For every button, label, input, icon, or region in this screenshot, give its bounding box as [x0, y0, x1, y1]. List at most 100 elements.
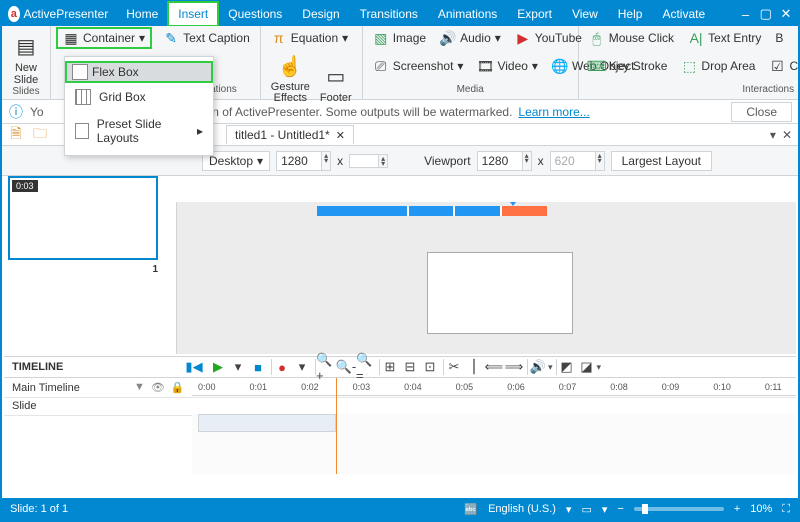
chevron-down-icon[interactable]: ▾ — [566, 503, 572, 516]
learn-more-link[interactable]: Learn more... — [518, 105, 589, 119]
chevron-down-icon: ▾ — [532, 59, 538, 73]
tick-10: 0:10 — [713, 382, 731, 392]
container-menu-grid-box[interactable]: Grid Box — [65, 83, 213, 111]
lock-icon[interactable]: 🔒 — [171, 381, 185, 394]
document-tab[interactable]: titled1 - Untitled1* ✕ — [226, 125, 354, 144]
height-spinner[interactable]: ▴▾ — [379, 154, 388, 168]
equation-button[interactable]: π Equation ▾ — [267, 28, 352, 48]
record-icon[interactable]: ● — [272, 357, 292, 377]
zoom-knob[interactable] — [642, 504, 648, 514]
timeline-tracks[interactable] — [192, 414, 796, 474]
crop-start-icon[interactable]: ⟸ — [484, 357, 504, 377]
slide-thumbnail-1[interactable]: 0:03 — [8, 176, 158, 260]
chevron-down-icon[interactable]: ▾ — [602, 503, 608, 516]
extra-c-button[interactable]: ☑C — [765, 56, 800, 76]
extra-b-button[interactable]: B — [771, 28, 787, 48]
gesture-button[interactable]: ☝ Gesture Effects — [267, 48, 314, 104]
tab-questions[interactable]: Questions — [218, 2, 292, 26]
info-prefix: Yo — [30, 105, 44, 119]
stop-icon[interactable]: ■ — [248, 357, 268, 377]
snap-2-icon[interactable]: ⊟ — [400, 357, 420, 377]
layout-view-icon[interactable]: ▭ — [581, 503, 591, 516]
viewport-width-input[interactable]: 1280 — [477, 151, 523, 171]
pin-icon[interactable]: ▾ — [770, 128, 776, 142]
language-icon[interactable]: 🔤 — [464, 503, 478, 516]
zoom-slider[interactable] — [634, 507, 724, 511]
tab-insert[interactable]: Insert — [168, 2, 218, 26]
zoom-out-icon[interactable]: 🔍- — [336, 357, 356, 377]
container-menu-presets[interactable]: Preset Slide Layouts ▸ — [65, 111, 213, 151]
volume-icon[interactable]: 🔊 — [528, 357, 548, 377]
timeline-title: TIMELINE — [4, 361, 184, 373]
tab-animations[interactable]: Animations — [428, 2, 507, 26]
close-panel-icon[interactable]: ✕ — [782, 128, 792, 142]
document-tab-close-icon[interactable]: ✕ — [336, 129, 345, 142]
file-icon[interactable]: 🗎 — [8, 127, 24, 143]
slide-canvas[interactable] — [427, 252, 573, 334]
rewind-icon[interactable]: ▮◀ — [184, 357, 204, 377]
zoom-in-icon[interactable]: 🔍+ — [316, 357, 336, 377]
container-menu-flex-box[interactable]: Flex Box — [65, 61, 213, 83]
filter-icon[interactable]: ◩ — [557, 357, 577, 377]
timeline-row-slide[interactable]: Slide — [4, 396, 796, 416]
width-input[interactable]: 1280 — [276, 151, 322, 171]
container-dropdown-button[interactable]: ▦ Container ▾ — [57, 28, 151, 48]
zoom-out-icon[interactable]: − — [617, 503, 623, 515]
info-close-button[interactable]: Close — [731, 102, 792, 122]
tab-export[interactable]: Export — [507, 2, 562, 26]
window-maximize-icon[interactable]: ▢ — [756, 2, 776, 26]
tab-transitions[interactable]: Transitions — [350, 2, 428, 26]
tab-activate[interactable]: Activate Product — [652, 2, 735, 26]
play-icon[interactable]: ▶ — [208, 357, 228, 377]
viewport-width-spinner[interactable]: ▴▾ — [523, 151, 532, 171]
responsive-bar[interactable] — [317, 206, 547, 216]
chevron-down-icon[interactable]: ▼ — [134, 381, 145, 394]
largest-layout-button[interactable]: Largest Layout — [611, 151, 712, 171]
screenshot-button[interactable]: ⎚Screenshot▾ — [369, 56, 468, 76]
play-dropdown-icon[interactable]: ▾ — [228, 357, 248, 377]
info-message: on of ActivePresenter. Some outputs will… — [206, 105, 513, 119]
youtube-button[interactable]: ▶YouTube — [511, 28, 586, 48]
text-caption-button[interactable]: ✎ Text Caption — [159, 28, 254, 48]
viewport-height-spinner[interactable]: ▴▾ — [596, 151, 605, 171]
footer-button[interactable]: ▭ Footer — [316, 58, 356, 104]
viewport-height-input[interactable]: 620 — [550, 151, 596, 171]
key-stroke-icon: ⌨ — [589, 58, 605, 74]
tab-view[interactable]: View — [562, 2, 608, 26]
video-button[interactable]: 🎞Video▾ — [473, 56, 542, 76]
crop-end-icon[interactable]: ⟹ — [504, 357, 524, 377]
width-spinner[interactable]: ▴▾ — [322, 151, 331, 171]
canvas-area[interactable] — [176, 202, 796, 354]
text-entry-button[interactable]: A|Text Entry — [684, 28, 765, 48]
folder-icon[interactable]: 🗀 — [32, 127, 48, 143]
snap-1-icon[interactable]: ⊞ — [380, 357, 400, 377]
chevron-down-icon[interactable]: ▾ — [597, 362, 602, 373]
zoom-fit-icon[interactable]: 🔍= — [356, 357, 376, 377]
tab-home[interactable]: Home — [116, 2, 168, 26]
new-slide-button[interactable]: ▤ New Slide — [8, 28, 44, 86]
snap-3-icon[interactable]: ⊡ — [420, 357, 440, 377]
slide-clip[interactable] — [198, 414, 336, 432]
language-label[interactable]: English (U.S.) — [488, 503, 556, 515]
extra-c-label: C — [789, 59, 798, 73]
playhead[interactable] — [336, 378, 337, 474]
visibility-icon[interactable]: 👁 — [151, 381, 165, 394]
cut-icon[interactable]: ✂ — [444, 357, 464, 377]
zoom-in-icon[interactable]: + — [734, 503, 740, 515]
key-stroke-button[interactable]: ⌨Key Stroke — [585, 56, 672, 76]
height-input[interactable] — [349, 154, 379, 168]
timeline-ruler[interactable]: 0:00 0:01 0:02 0:03 0:04 0:05 0:06 0:07 … — [192, 378, 796, 396]
image-button[interactable]: ▧Image — [369, 28, 430, 48]
record-dropdown-icon[interactable]: ▾ — [292, 357, 312, 377]
responsive-marker-icon[interactable] — [507, 202, 519, 206]
filter2-icon[interactable]: ◪ — [577, 357, 597, 377]
window-close-icon[interactable]: ✕ — [776, 2, 796, 26]
tab-help[interactable]: Help — [608, 2, 653, 26]
fit-screen-icon[interactable]: ⛶ — [782, 503, 790, 516]
split-icon[interactable]: ⎮ — [464, 357, 484, 377]
tab-design[interactable]: Design — [292, 2, 349, 26]
audio-button[interactable]: 🔊Audio▾ — [436, 28, 505, 48]
drop-area-button[interactable]: ⬚Drop Area — [677, 56, 759, 76]
mouse-click-button[interactable]: 🖱Mouse Click — [585, 28, 678, 48]
window-minimize-icon[interactable]: – — [735, 2, 755, 26]
